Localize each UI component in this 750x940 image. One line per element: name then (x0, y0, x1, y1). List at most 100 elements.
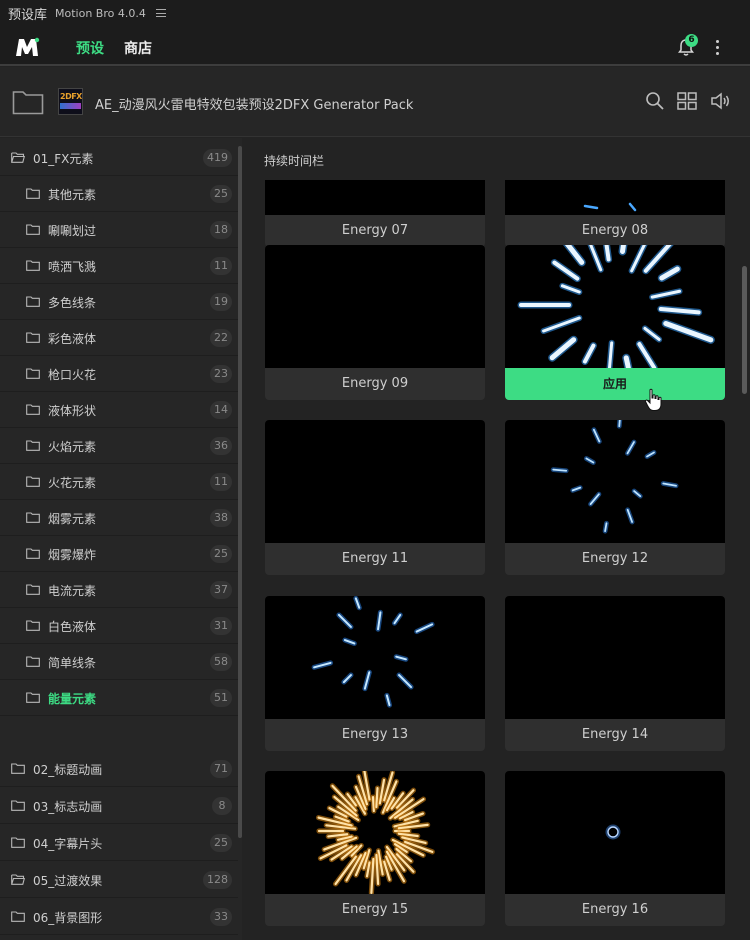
apply-button[interactable]: 应用 (505, 368, 725, 400)
sidebar-item[interactable]: 其他元素 25 (0, 176, 238, 212)
preset-thumbnail[interactable] (265, 771, 485, 894)
preset-card[interactable]: Energy 12 (505, 420, 725, 575)
sidebar-item-label: 03_标志动画 (33, 800, 103, 814)
sidebar-item-label: 能量元素 (48, 692, 97, 706)
sidebar-item-count: 51 (210, 689, 232, 707)
sidebar-item[interactable]: 枪口火花 23 (0, 356, 238, 392)
search-icon[interactable] (644, 91, 666, 111)
sidebar-item-label: 白色液体 (48, 620, 97, 634)
sidebar-item[interactable]: 火花元素 11 (0, 464, 238, 500)
folder-icon (26, 620, 40, 631)
speaker-icon[interactable] (710, 91, 732, 111)
preset-card[interactable]: Energy 13 (265, 596, 485, 751)
folder-icon (26, 512, 40, 523)
preset-thumbnail[interactable] (505, 420, 725, 543)
sidebar-item-label: 01_FX元素 (33, 152, 94, 166)
sidebar-item[interactable]: 07_编辑 FX20 (0, 936, 238, 940)
folder-icon (11, 837, 25, 848)
tab-store[interactable]: 商店 (124, 38, 152, 58)
preset-thumbnail[interactable] (265, 180, 485, 215)
sidebar-item-count: 31 (210, 617, 232, 635)
grid-view-icon[interactable] (676, 91, 698, 111)
sidebar-item-label: 唰唰划过 (48, 224, 97, 238)
window-title: 预设库 (8, 7, 48, 23)
folder-icon (26, 296, 40, 307)
preset-card[interactable]: Energy 07 (265, 180, 485, 247)
grid-scrollbar[interactable] (742, 266, 747, 394)
pack-title: AE_动漫风火雷电特效包装预设2DFX Generator Pack (95, 98, 414, 113)
sidebar-item[interactable]: 火焰元素 36 (0, 428, 238, 464)
preset-thumbnail[interactable] (265, 596, 485, 719)
folder-icon (26, 476, 40, 487)
sidebar-item-count: 36 (210, 437, 232, 455)
sidebar-item[interactable]: 喷洒飞溅 11 (0, 248, 238, 284)
category-sidebar: 01_FX元素 419 其他元素 25 唰唰划过 18 喷洒飞溅 11 多色线条 19 彩色液体 22… (0, 138, 242, 940)
folder-icon (26, 440, 40, 451)
preset-thumbnail[interactable] (505, 771, 725, 894)
sidebar-item-count: 58 (210, 653, 232, 671)
sidebar-item-count: 11 (210, 473, 232, 491)
sidebar-item[interactable]: 04_字幕片头 25 (0, 825, 238, 861)
sidebar-item[interactable]: 烟雾元素 38 (0, 500, 238, 536)
preset-card[interactable]: Energy 16 (505, 771, 725, 926)
preset-card[interactable]: Energy 11 (265, 420, 485, 575)
sidebar-item[interactable]: 简单线条 58 (0, 644, 238, 680)
sidebar-item-count: 19 (210, 293, 232, 311)
folder-open-icon (11, 152, 25, 163)
folder-icon (26, 368, 40, 379)
more-options-icon[interactable] (716, 40, 720, 56)
sidebar-item[interactable]: 05_过渡效果 128 (0, 862, 238, 898)
preset-name: Energy 15 (341, 902, 409, 917)
sidebar-item-label: 枪口火花 (48, 368, 97, 382)
sidebar-item[interactable]: 能量元素 51 (0, 680, 238, 716)
duration-bar-label: 持续时间栏 (264, 154, 325, 168)
sidebar-item-label: 电流元素 (48, 584, 97, 598)
preset-preview-art (265, 420, 485, 543)
folder-icon[interactable] (12, 89, 44, 115)
sidebar-item[interactable]: 01_FX元素 419 (0, 140, 238, 176)
duration-bar: 持续时间栏 (242, 138, 750, 180)
preset-card[interactable]: 应用 (505, 245, 725, 400)
preset-thumbnail[interactable] (505, 596, 725, 719)
notification-badge: 6 (685, 34, 698, 47)
sidebar-item[interactable]: 多色线条 19 (0, 284, 238, 320)
app-version: Motion Bro 4.0.4 (55, 6, 146, 20)
preset-name: Energy 14 (581, 727, 649, 742)
hamburger-menu-icon[interactable] (155, 9, 166, 17)
pack-thumbnail: 2DFX (58, 88, 83, 115)
folder-icon (26, 224, 40, 235)
sidebar-item-count: 22 (210, 329, 232, 347)
sidebar-item[interactable]: 彩色液体 22 (0, 320, 238, 356)
preset-thumbnail[interactable] (265, 420, 485, 543)
sidebar-item[interactable]: 白色液体 31 (0, 608, 238, 644)
sidebar-item-count: 38 (210, 509, 232, 527)
sidebar-item[interactable]: 电流元素 37 (0, 572, 238, 608)
preset-thumbnail[interactable] (265, 245, 485, 368)
preset-thumbnail[interactable] (505, 180, 725, 215)
sidebar-item-count: 23 (210, 365, 232, 383)
preset-card[interactable]: Energy 15 (265, 771, 485, 926)
folder-icon (11, 763, 25, 774)
folder-icon (26, 188, 40, 199)
sidebar-item-label: 多色线条 (48, 296, 97, 310)
preset-preview-art (315, 771, 435, 894)
preset-preview-art (265, 180, 485, 215)
sidebar-item-count: 25 (210, 185, 232, 203)
sidebar-item[interactable]: 03_标志动画 8 (0, 788, 238, 824)
motion-bro-logo-icon[interactable] (14, 36, 40, 58)
preset-card[interactable]: Energy 08 (505, 180, 725, 247)
sidebar-item[interactable]: 烟雾爆炸 25 (0, 536, 238, 572)
preset-card[interactable]: Energy 14 (505, 596, 725, 751)
sidebar-item[interactable]: 02_标题动画 71 (0, 751, 238, 787)
sidebar-item-label: 简单线条 (48, 656, 97, 670)
sidebar-item[interactable]: 06_背景图形 33 (0, 899, 238, 935)
preset-name: Energy 12 (581, 551, 649, 566)
sidebar-item-label: 烟雾爆炸 (48, 548, 97, 562)
tab-presets[interactable]: 预设 (76, 38, 104, 70)
sidebar-item[interactable]: 唰唰划过 18 (0, 212, 238, 248)
sidebar-item-label: 02_标题动画 (33, 763, 103, 777)
preset-card[interactable]: Energy 09 (265, 245, 485, 400)
preset-thumbnail[interactable] (505, 245, 725, 368)
sidebar-item-count: 14 (210, 401, 232, 419)
sidebar-item[interactable]: 液体形状 14 (0, 392, 238, 428)
